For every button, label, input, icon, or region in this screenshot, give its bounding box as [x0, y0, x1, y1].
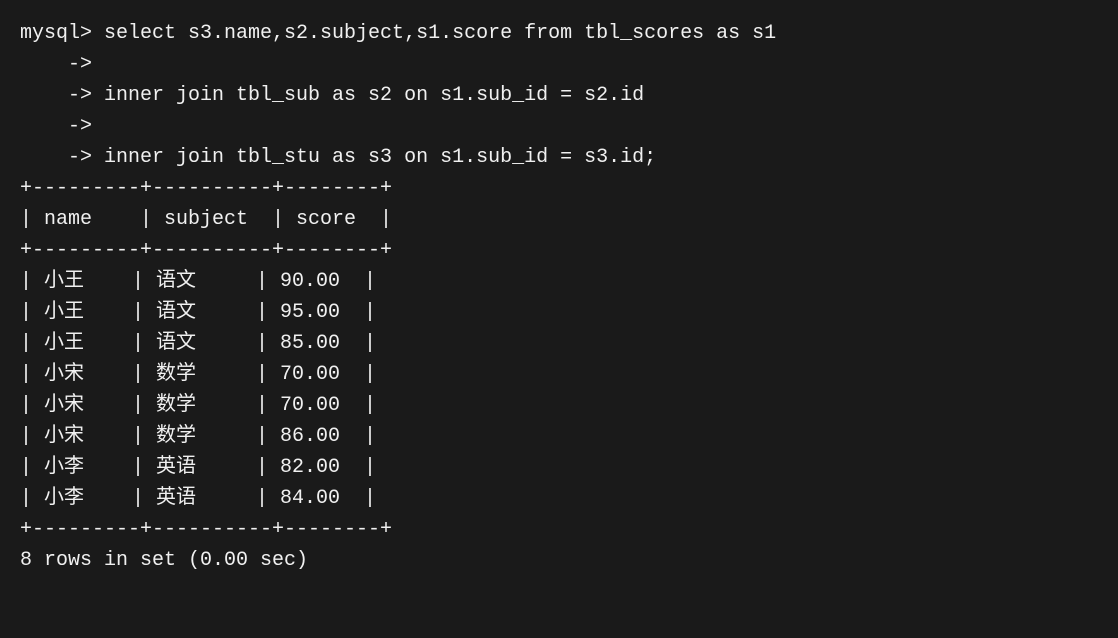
terminal-line: ->: [20, 49, 1098, 80]
terminal-line: | 小李 | 英语 | 82.00 |: [20, 452, 1098, 483]
terminal-line: | 小李 | 英语 | 84.00 |: [20, 483, 1098, 514]
terminal-line: | 小王 | 语文 | 95.00 |: [20, 297, 1098, 328]
terminal-line: | name | subject | score |: [20, 204, 1098, 235]
terminal-line: | 小宋 | 数学 | 86.00 |: [20, 421, 1098, 452]
terminal-line: | 小王 | 语文 | 85.00 |: [20, 328, 1098, 359]
terminal-line: ->: [20, 111, 1098, 142]
terminal-line: -> inner join tbl_sub as s2 on s1.sub_id…: [20, 80, 1098, 111]
terminal-line: +---------+----------+--------+: [20, 235, 1098, 266]
terminal-line: | 小王 | 语文 | 90.00 |: [20, 266, 1098, 297]
terminal-line: +---------+----------+--------+: [20, 514, 1098, 545]
terminal-line: -> inner join tbl_stu as s3 on s1.sub_id…: [20, 142, 1098, 173]
terminal-line: 8 rows in set (0.00 sec): [20, 545, 1098, 576]
terminal-line: +---------+----------+--------+: [20, 173, 1098, 204]
terminal-window: mysql> select s3.name,s2.subject,s1.scor…: [20, 18, 1098, 620]
terminal-line: mysql> select s3.name,s2.subject,s1.scor…: [20, 18, 1098, 49]
terminal-line: | 小宋 | 数学 | 70.00 |: [20, 359, 1098, 390]
terminal-line: | 小宋 | 数学 | 70.00 |: [20, 390, 1098, 421]
